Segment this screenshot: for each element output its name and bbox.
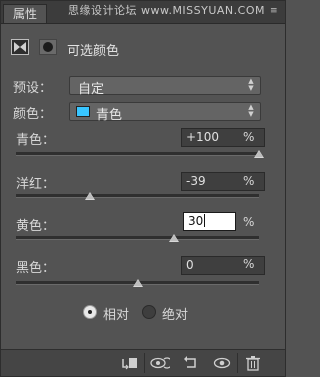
cyan-slider-track[interactable]: [16, 150, 264, 158]
yellow-value-field[interactable]: 30: [183, 212, 236, 231]
delete-icon[interactable]: [242, 354, 264, 372]
percent-unit: %: [243, 130, 255, 144]
trash-glyph: [246, 356, 260, 371]
view-previous-icon[interactable]: [149, 354, 173, 372]
slider-label: 洋红：: [16, 177, 56, 192]
watermark-text: 思缘设计论坛 www.MISSYUAN.COM: [67, 4, 265, 17]
panel-footer-toolbar: [1, 349, 285, 376]
properties-panel: 属性 思缘设计论坛 www.MISSYUAN.COM ≡ 可选颜色 预设： 自定…: [0, 0, 286, 377]
magenta-slider-track[interactable]: [16, 192, 259, 200]
radio-relative-indicator[interactable]: [83, 305, 97, 319]
black-slider-track[interactable]: [16, 279, 259, 287]
percent-unit: %: [243, 174, 255, 188]
tab-properties[interactable]: 属性: [3, 4, 47, 23]
preset-value: 自定: [78, 82, 105, 97]
panel-tab-bar: 属性 思缘设计论坛 www.MISSYUAN.COM ≡: [1, 1, 285, 24]
radio-relative-label: 相对: [103, 308, 130, 323]
percent-unit: %: [243, 215, 255, 229]
selective-color-glyph: [14, 42, 26, 52]
black-slider-thumb[interactable]: [132, 279, 143, 287]
eye-glyph: [213, 357, 231, 369]
preset-label: 预设：: [13, 81, 53, 96]
percent-unit: %: [243, 257, 255, 271]
cyan-slider-thumb[interactable]: [254, 150, 264, 158]
eye-visibility-icon[interactable]: [211, 354, 233, 372]
panel-menu-icon[interactable]: ≡: [270, 6, 280, 16]
dropdown-arrows-icon: ▲ ▼: [248, 103, 254, 118]
radio-absolute-label: 绝对: [162, 308, 189, 323]
clip-glyph: [122, 358, 137, 370]
yellow-slider-track[interactable]: [16, 234, 259, 242]
colors-value: 青色: [96, 108, 123, 123]
adjustment-title: 可选颜色: [67, 44, 120, 59]
reset-glyph: [184, 356, 196, 368]
colors-dropdown[interactable]: 青色 ▲ ▼: [69, 102, 261, 123]
footer-separator: [237, 353, 238, 373]
color-swatch: [76, 106, 90, 117]
footer-separator: [144, 353, 145, 373]
dropdown-arrows-icon: ▲ ▼: [248, 77, 254, 92]
reset-icon[interactable]: [180, 354, 202, 372]
radio-absolute-indicator[interactable]: [142, 305, 156, 319]
clip-to-layer-icon[interactable]: [119, 354, 141, 372]
magenta-slider-thumb[interactable]: [85, 192, 96, 200]
yellow-slider-thumb[interactable]: [168, 234, 179, 242]
colors-label: 颜色：: [13, 107, 53, 122]
preset-dropdown[interactable]: 自定 ▲ ▼: [69, 76, 261, 97]
slider-label: 黑色：: [16, 261, 56, 276]
view-previous-glyph: [150, 357, 173, 369]
slider-label: 青色：: [16, 133, 56, 148]
slider-label: 黄色：: [16, 219, 56, 234]
selective-color-adjustment-icon[interactable]: [11, 39, 29, 55]
layer-mask-icon[interactable]: [39, 39, 57, 55]
